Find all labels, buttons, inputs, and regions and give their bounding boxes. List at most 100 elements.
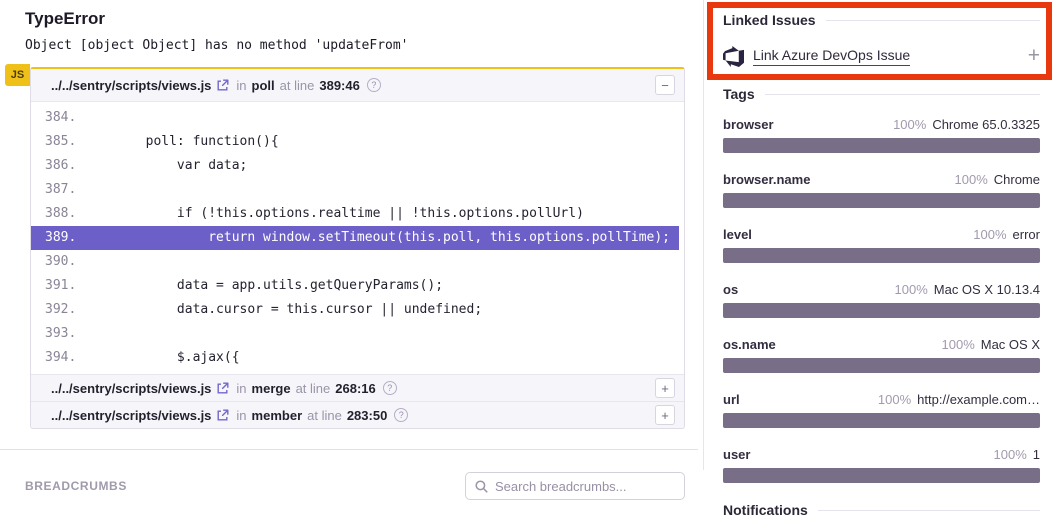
code-line: 393. bbox=[31, 322, 684, 346]
frame-filename-link[interactable]: ../../sentry/scripts/views.js bbox=[51, 408, 211, 423]
line-number: 387. bbox=[31, 178, 83, 202]
code-line-highlighted: 389. return window.setTimeout(this.poll,… bbox=[31, 226, 679, 250]
tag-item-os: os 100% Mac OS X 10.13.4 bbox=[723, 282, 1040, 318]
tag-distribution-bar[interactable] bbox=[723, 193, 1040, 208]
line-number: 388. bbox=[31, 202, 83, 226]
tag-distribution-bar[interactable] bbox=[723, 413, 1040, 428]
frame-header-merge[interactable]: ../../sentry/scripts/views.js in merge a… bbox=[31, 374, 684, 401]
link-azure-devops-issue-link[interactable]: Link Azure DevOps Issue bbox=[753, 47, 910, 66]
linked-issues-section-header: Linked Issues bbox=[723, 12, 1040, 28]
issue-detail-page: TypeError Object [object Object] has no … bbox=[0, 0, 1055, 528]
expand-frame-button[interactable]: + bbox=[655, 378, 675, 398]
main-column: TypeError Object [object Object] has no … bbox=[0, 0, 703, 528]
frame-filename-link[interactable]: ../../sentry/scripts/views.js bbox=[51, 381, 211, 396]
tag-value: http://example.com… bbox=[917, 392, 1040, 407]
frame-filename-link[interactable]: ../../sentry/scripts/views.js bbox=[51, 78, 211, 93]
heading-rule bbox=[818, 510, 1040, 511]
tag-percent: 100% bbox=[893, 117, 926, 132]
search-icon bbox=[475, 480, 488, 493]
tag-percent: 100% bbox=[955, 172, 988, 187]
frame-lineno: 389:46 bbox=[319, 78, 359, 93]
stacktrace: JS ../../sentry/scripts/views.js in poll… bbox=[30, 67, 685, 429]
external-link-icon[interactable] bbox=[216, 79, 229, 92]
line-code: $.ajax({ bbox=[83, 346, 240, 370]
line-number: 385. bbox=[31, 130, 83, 154]
in-label: in bbox=[236, 78, 246, 93]
line-number: 393. bbox=[31, 322, 83, 346]
collapse-frame-button[interactable]: − bbox=[655, 75, 675, 95]
tag-value: error bbox=[1013, 227, 1040, 242]
frame-lineno: 283:50 bbox=[347, 408, 387, 423]
line-code: poll: function(){ bbox=[83, 130, 279, 154]
help-icon[interactable]: ? bbox=[383, 381, 397, 395]
frame-header-poll[interactable]: ../../sentry/scripts/views.js in poll at… bbox=[31, 69, 684, 102]
heading-rule bbox=[826, 20, 1040, 21]
sidebar: Linked Issues Link Azure DevOps Issue + … bbox=[703, 0, 1055, 528]
language-badge: JS bbox=[5, 64, 30, 86]
external-link-icon[interactable] bbox=[216, 382, 229, 395]
tag-key: browser.name bbox=[723, 172, 810, 187]
search-breadcrumbs-input[interactable] bbox=[495, 479, 675, 494]
tag-key: user bbox=[723, 447, 750, 462]
tag-item-user: user100%1 bbox=[723, 447, 1040, 483]
tag-distribution-bar[interactable] bbox=[723, 248, 1040, 263]
code-line: 391. data = app.utils.getQueryParams(); bbox=[31, 274, 684, 298]
code-line: 394. $.ajax({ bbox=[31, 346, 684, 370]
help-icon[interactable]: ? bbox=[394, 408, 408, 422]
line-number: 391. bbox=[31, 274, 83, 298]
tag-key: os.name bbox=[723, 337, 776, 352]
tag-distribution-bar[interactable] bbox=[723, 303, 1040, 318]
line-number: 386. bbox=[31, 154, 83, 178]
breadcrumbs-title: BREADCRUMBS bbox=[25, 479, 127, 493]
stacktrace-frame-list: ../../sentry/scripts/views.js in poll at… bbox=[30, 67, 685, 429]
code-line: 386. var data; bbox=[31, 154, 684, 178]
in-label: in bbox=[236, 408, 246, 423]
line-number: 384. bbox=[31, 106, 83, 130]
external-link-icon[interactable] bbox=[216, 409, 229, 422]
at-line-label: at line bbox=[280, 78, 315, 93]
tag-value: 1 bbox=[1033, 447, 1040, 462]
tag-value: Mac OS X 10.13.4 bbox=[934, 282, 1040, 297]
add-linked-issue-button[interactable]: + bbox=[1028, 46, 1040, 66]
code-line: 392. data.cursor = this.cursor || undefi… bbox=[31, 298, 684, 322]
line-code: data = app.utils.getQueryParams(); bbox=[83, 274, 443, 298]
tag-value: Chrome 65.0.3325 bbox=[932, 117, 1040, 132]
tag-value: Chrome bbox=[994, 172, 1040, 187]
tag-distribution-bar[interactable] bbox=[723, 358, 1040, 373]
tag-value: Mac OS X bbox=[981, 337, 1040, 352]
tag-distribution-bar[interactable] bbox=[723, 468, 1040, 483]
line-code: if (!this.options.realtime || !this.opti… bbox=[83, 202, 584, 226]
code-line: 390. bbox=[31, 250, 684, 274]
frame-function: merge bbox=[252, 381, 291, 396]
tag-distribution-bar[interactable] bbox=[723, 138, 1040, 153]
code-line: 385. poll: function(){ bbox=[31, 130, 684, 154]
line-code: data.cursor = this.cursor || undefined; bbox=[83, 298, 482, 322]
at-line-label: at line bbox=[307, 408, 342, 423]
linked-issues-heading: Linked Issues bbox=[723, 12, 816, 28]
in-label: in bbox=[236, 381, 246, 396]
tag-item-browser: browser100%Chrome 65.0.3325 bbox=[723, 117, 1040, 153]
frame-function: member bbox=[252, 408, 303, 423]
code-line: 384. bbox=[31, 106, 684, 130]
at-line-label: at line bbox=[296, 381, 331, 396]
tag-percent: 100% bbox=[942, 337, 975, 352]
frame-header-member[interactable]: ../../sentry/scripts/views.js in member … bbox=[31, 401, 684, 428]
error-message: Object [object Object] has no method 'up… bbox=[25, 38, 685, 53]
tag-item-browser-name: browser.name 100% Chrome bbox=[723, 172, 1040, 208]
line-code: return window.setTimeout(this.poll, this… bbox=[83, 226, 670, 250]
breadcrumbs-header: BREADCRUMBS bbox=[25, 472, 685, 500]
expand-frame-button[interactable]: + bbox=[655, 405, 675, 425]
tag-percent: 100% bbox=[895, 282, 928, 297]
notifications-section-header: Notifications bbox=[723, 502, 1040, 518]
tag-percent: 100% bbox=[878, 392, 911, 407]
line-number: 394. bbox=[31, 346, 83, 370]
line-number: 389. bbox=[31, 226, 83, 250]
tag-percent: 100% bbox=[973, 227, 1006, 242]
source-context: 384. 385. poll: function(){ 386. var dat… bbox=[31, 102, 684, 374]
tag-key: os bbox=[723, 282, 738, 297]
breadcrumbs-search[interactable] bbox=[465, 472, 685, 500]
tag-item-level: level100%error bbox=[723, 227, 1040, 263]
azure-devops-icon bbox=[723, 46, 744, 67]
help-icon[interactable]: ? bbox=[367, 78, 381, 92]
tags-section: Tags browser100%Chrome 65.0.3325 browser… bbox=[723, 86, 1040, 483]
